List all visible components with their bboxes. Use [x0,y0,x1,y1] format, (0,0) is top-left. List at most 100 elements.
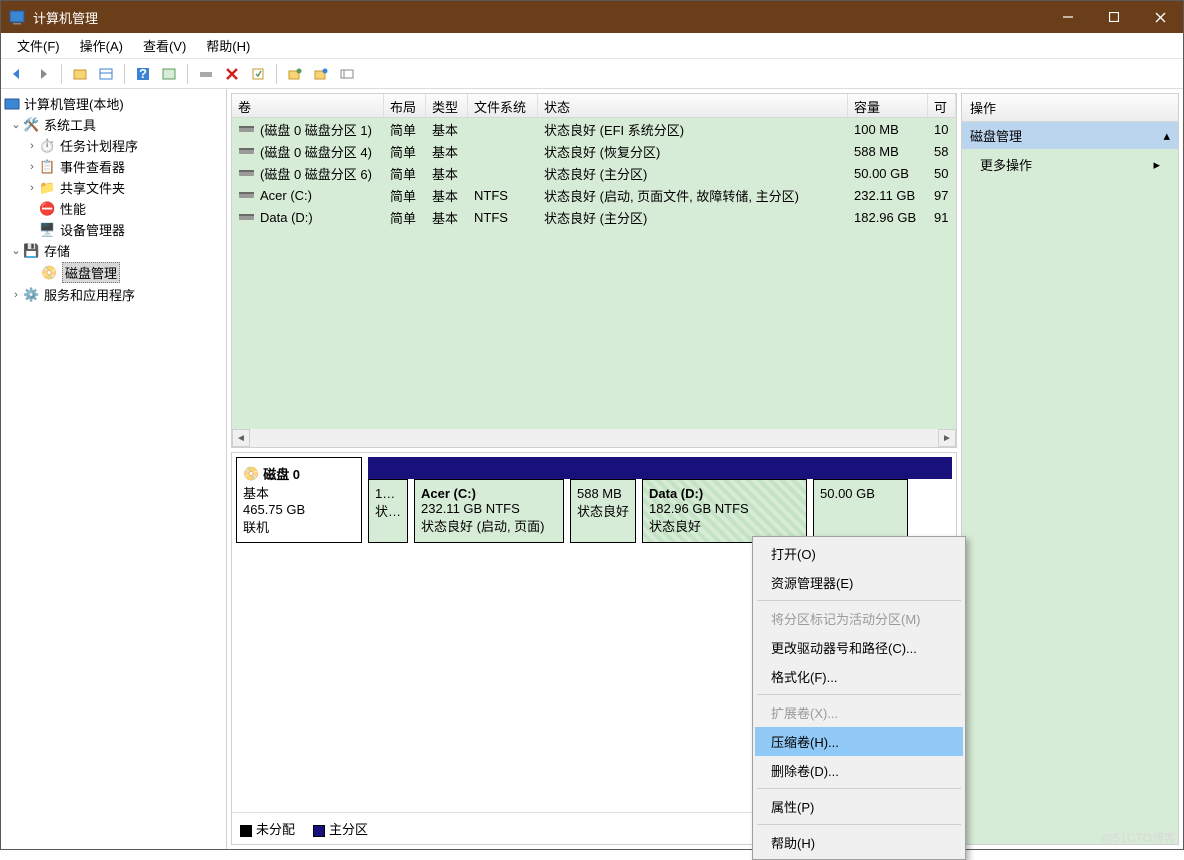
back-button[interactable] [5,62,29,86]
context-menu-item: 将分区标记为活动分区(M) [755,604,963,633]
tree-storage[interactable]: ⌄💾 存储 [3,240,224,261]
volume-row[interactable]: (磁盘 0 磁盘分区 4)简单基本状态良好 (恢复分区)588 MB58 [232,140,956,162]
legend-primary: 主分区 [329,822,368,837]
partition-box[interactable]: 50.00 GB [813,479,908,543]
context-menu-item[interactable]: 压缩卷(H)... [755,727,963,756]
col-capacity[interactable]: 容量 [848,94,928,117]
toolbar-icon[interactable] [68,62,92,86]
separator [61,64,62,84]
toolbar-icon[interactable] [335,62,359,86]
volume-row[interactable]: Data (D:)简单基本NTFS状态良好 (主分区)182.96 GB91 [232,206,956,228]
context-menu: 打开(O)资源管理器(E) 将分区标记为活动分区(M)更改驱动器号和路径(C)..… [752,536,966,860]
actions-title: 操作 [962,94,1178,122]
close-button[interactable] [1137,1,1183,33]
tree-label: 存储 [44,241,70,260]
help-icon[interactable]: ? [131,62,155,86]
tree-item[interactable]: ›⏱️任务计划程序 [3,135,224,156]
col-filesystem[interactable]: 文件系统 [468,94,538,117]
minimize-button[interactable] [1045,1,1091,33]
toolbar: ? [1,59,1183,89]
tree-item[interactable]: ⛔性能 [3,198,224,219]
actions-more[interactable]: 更多操作 ▸ [962,149,1178,180]
tree-disk-management[interactable]: 📀 磁盘管理 [3,261,224,284]
actions-section-label: 磁盘管理 [970,126,1022,145]
horizontal-scrollbar[interactable]: ◄ ► [232,429,956,447]
col-free[interactable]: 可 [928,94,956,117]
col-status[interactable]: 状态 [538,94,848,117]
context-menu-item: 扩展卷(X)... [755,698,963,727]
collapse-icon: ▴ [1163,128,1170,144]
col-type[interactable]: 类型 [426,94,468,117]
context-menu-item[interactable]: 打开(O) [755,539,963,568]
disk-info-box[interactable]: 📀磁盘 0 基本 465.75 GB 联机 [236,457,362,543]
tree-item[interactable]: 🖥️设备管理器 [3,219,224,240]
actions-section[interactable]: 磁盘管理 ▴ [962,122,1178,149]
toolbar-icon[interactable] [283,62,307,86]
left-tree-panel[interactable]: 计算机管理(本地) ⌄🛠️ 系统工具 ›⏱️任务计划程序›📋事件查看器›📁共享文… [1,89,227,849]
volume-body[interactable]: (磁盘 0 磁盘分区 1)简单基本状态良好 (EFI 系统分区)100 MB10… [232,118,956,429]
separator [276,64,277,84]
toolbar-icon[interactable] [309,62,333,86]
maximize-button[interactable] [1091,1,1137,33]
chevron-right-icon: ▸ [1153,157,1160,173]
volume-row[interactable]: (磁盘 0 磁盘分区 1)简单基本状态良好 (EFI 系统分区)100 MB10 [232,118,956,140]
tree-root[interactable]: 计算机管理(本地) [3,93,224,114]
disk-name: 磁盘 0 [263,464,300,483]
tree-item[interactable]: ›📁共享文件夹 [3,177,224,198]
tree-services[interactable]: ›⚙️ 服务和应用程序 [3,284,224,305]
col-volume[interactable]: 卷 [232,94,384,117]
volume-row[interactable]: Acer (C:)简单基本NTFS状态良好 (启动, 页面文件, 故障转储, 主… [232,184,956,206]
col-layout[interactable]: 布局 [384,94,426,117]
separator [124,64,125,84]
scroll-right-button[interactable]: ► [938,429,956,447]
toolbar-icon[interactable] [246,62,270,86]
context-menu-item[interactable]: 更改驱动器号和路径(C)... [755,633,963,662]
volume-row[interactable]: (磁盘 0 磁盘分区 6)简单基本状态良好 (主分区)50.00 GB50 [232,162,956,184]
tree-label: 计算机管理(本地) [24,94,124,113]
tree-label: 事件查看器 [60,157,125,176]
context-menu-item[interactable]: 格式化(F)... [755,662,963,691]
tree-label: 性能 [60,199,86,218]
tree-label: 任务计划程序 [60,136,138,155]
legend-unallocated: 未分配 [256,822,295,837]
main-area: 计算机管理(本地) ⌄🛠️ 系统工具 ›⏱️任务计划程序›📋事件查看器›📁共享文… [1,89,1183,849]
watermark: @51CTO博客 [1101,829,1176,846]
tree-item[interactable]: ›📋事件查看器 [3,156,224,177]
disk-type: 基本 [243,483,355,502]
partition-box[interactable]: 588 MB状态良好 [570,479,636,543]
tree-label: 设备管理器 [60,220,125,239]
context-menu-item[interactable]: 属性(P) [755,792,963,821]
toolbar-icon[interactable] [94,62,118,86]
menu-action[interactable]: 操作(A) [70,35,133,57]
context-menu-item[interactable]: 帮助(H) [755,828,963,857]
partition-box[interactable]: Acer (C:)232.11 GB NTFS状态良好 (启动, 页面) [414,479,564,543]
actions-more-label: 更多操作 [980,155,1032,174]
partition-box[interactable]: Data (D:)182.96 GB NTFS状态良好 [642,479,807,543]
tree-system-tools[interactable]: ⌄🛠️ 系统工具 [3,114,224,135]
context-separator [757,600,961,601]
scroll-left-button[interactable]: ◄ [232,429,250,447]
menu-file[interactable]: 文件(F) [7,35,70,57]
partition-box[interactable]: 100 M状态良 [368,479,408,543]
tree-label: 磁盘管理 [62,262,120,283]
forward-button[interactable] [31,62,55,86]
delete-icon[interactable] [220,62,244,86]
menu-view[interactable]: 查看(V) [133,35,196,57]
titlebar: 计算机管理 [1,1,1183,33]
volume-list: 卷 布局 类型 文件系统 状态 容量 可 (磁盘 0 磁盘分区 1)简单基本状态… [231,93,957,448]
context-menu-item[interactable]: 删除卷(D)... [755,756,963,785]
disk-row: 📀磁盘 0 基本 465.75 GB 联机 100 M状态良Acer (C:)2… [232,453,956,547]
volume-header-row: 卷 布局 类型 文件系统 状态 容量 可 [232,94,956,118]
partition-header-bar [368,457,952,479]
context-menu-item[interactable]: 资源管理器(E) [755,568,963,597]
partitions-row: 100 M状态良Acer (C:)232.11 GB NTFS状态良好 (启动,… [368,479,952,543]
context-separator [757,824,961,825]
context-separator [757,788,961,789]
toolbar-icon[interactable] [157,62,181,86]
menu-help[interactable]: 帮助(H) [196,35,260,57]
actions-panel: 操作 磁盘管理 ▴ 更多操作 ▸ [961,93,1179,845]
tree-label: 系统工具 [44,115,96,134]
toolbar-icon[interactable] [194,62,218,86]
menubar: 文件(F) 操作(A) 查看(V) 帮助(H) [1,33,1183,59]
context-separator [757,694,961,695]
